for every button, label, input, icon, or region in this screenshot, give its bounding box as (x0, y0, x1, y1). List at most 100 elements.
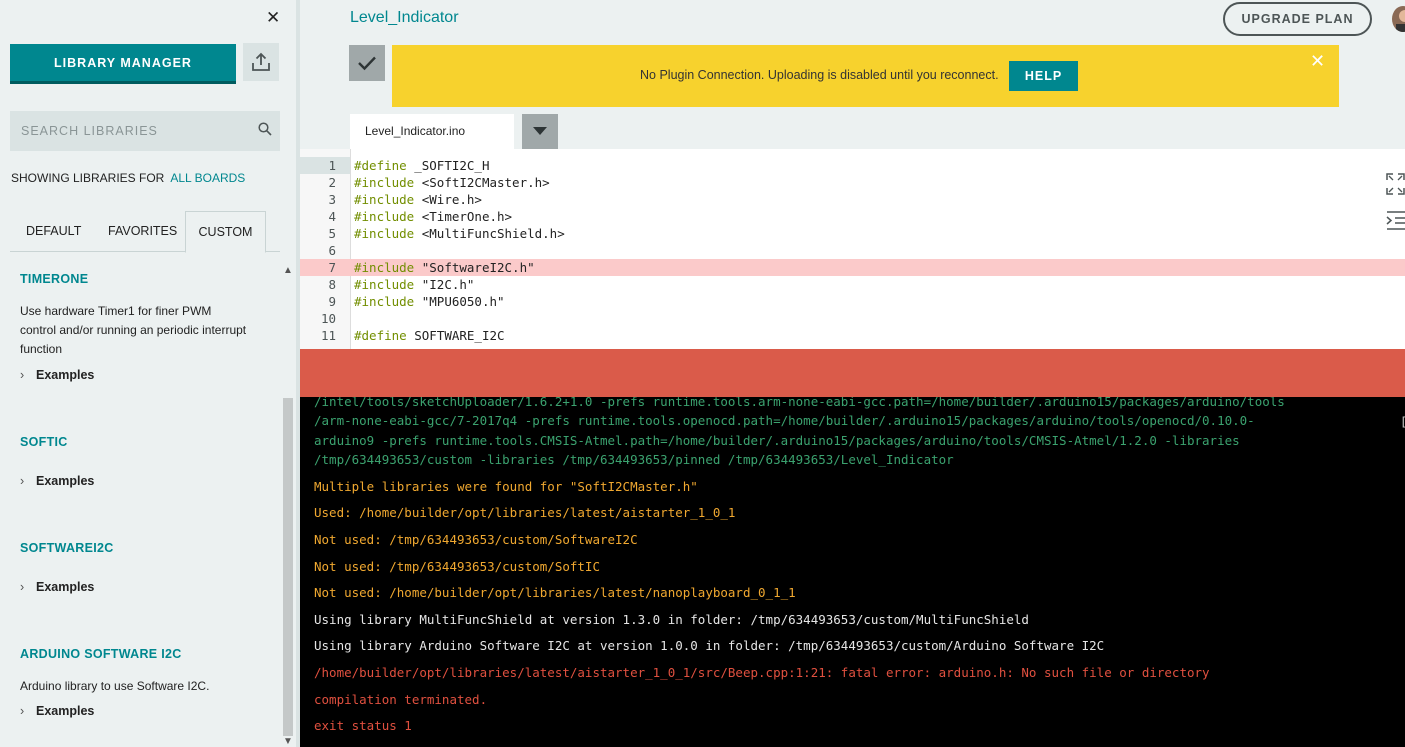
code-line-error[interactable]: 7 #include "SoftwareI2C.h" (300, 259, 1405, 276)
library-title: ARDUINO SOFTWARE I2C (20, 647, 182, 661)
banner-message: No Plugin Connection. Uploading is disab… (640, 68, 999, 82)
code-text: #include <TimerOne.h> (354, 209, 513, 224)
code-line[interactable]: 5 #include <MultiFuncShield.h> (300, 225, 1405, 242)
code-line[interactable]: 9 #include "MPU6050.h" (300, 293, 1405, 310)
close-sidebar-icon[interactable]: ✕ (266, 8, 280, 28)
console-line: /intel/tools/sketchUploader/1.6.2+1.0 -p… (314, 397, 1285, 409)
library-manager-button[interactable]: LIBRARY MANAGER (10, 44, 236, 81)
code-line[interactable]: 3 #include <Wire.h> (300, 191, 1405, 208)
search-input[interactable] (10, 111, 251, 151)
scroll-down-icon[interactable]: ▼ (283, 737, 293, 747)
chevron-right-icon: › (20, 704, 25, 718)
upload-icon (252, 52, 270, 71)
tab-favorites[interactable]: FAVORITES (108, 211, 177, 251)
line-number: 2 (328, 175, 336, 190)
library-tabs: DEFAULT FAVORITES CUSTOM (10, 211, 280, 253)
line-number: 1 (300, 157, 350, 174)
line-number: 6 (328, 243, 336, 258)
code-line[interactable]: 10 (300, 310, 1405, 327)
console-line: Multiple libraries were found for "SoftI… (314, 479, 698, 494)
tab-level-indicator-ino[interactable]: Level_Indicator.ino (350, 114, 514, 149)
console-line: Using library MultiFuncShield at version… (314, 612, 1029, 627)
avatar[interactable] (1392, 6, 1405, 32)
chevron-right-icon: › (20, 580, 25, 594)
console-line: Used: /home/builder/opt/libraries/latest… (314, 505, 736, 520)
examples-label: Examples (36, 474, 95, 488)
examples-toggle[interactable]: › Examples (20, 580, 94, 594)
code-text: #include <MultiFuncShield.h> (354, 226, 565, 241)
tab-menu-button[interactable] (522, 114, 558, 149)
plugin-connection-banner: No Plugin Connection. Uploading is disab… (392, 45, 1339, 107)
console-line: arduino9 -prefs runtime.tools.CMSIS-Atme… (314, 433, 1240, 448)
upgrade-plan-button[interactable]: UPGRADE PLAN (1223, 2, 1372, 36)
line-number: 10 (320, 311, 336, 326)
library-title: SOFTWAREI2C (20, 541, 114, 555)
code-line[interactable]: 1 #define _SOFTI2C_H (300, 157, 1405, 174)
examples-label: Examples (36, 704, 95, 718)
search-libraries-field (10, 111, 280, 151)
examples-label: Examples (36, 368, 95, 382)
scroll-up-icon[interactable]: ▲ (283, 266, 293, 276)
output-console[interactable]: /intel/tools/sketchUploader/1.6.2+1.0 -p… (300, 397, 1405, 747)
code-editor[interactable]: 1 #define _SOFTI2C_H 2 #include <SoftI2C… (300, 149, 1405, 349)
code-line[interactable]: 6 (300, 242, 1405, 259)
library-title: SOFTIC (20, 435, 68, 449)
code-line[interactable]: 2 #include <SoftI2CMaster.h> (300, 174, 1405, 191)
library-description: Arduino library to use Software I2C. (20, 679, 210, 693)
chevron-right-icon: › (20, 368, 25, 382)
console-overflow-marker: [ (1400, 415, 1405, 429)
upload-library-button[interactable] (243, 43, 279, 81)
examples-toggle[interactable]: › Examples (20, 368, 94, 382)
library-sidebar: ✕ LIBRARY MANAGER SHOWING LIBRARIES FOR A… (0, 0, 296, 747)
tab-custom[interactable]: CUSTOM (185, 211, 266, 253)
code-line[interactable]: 4 #include <TimerOne.h> (300, 208, 1405, 225)
verify-button[interactable] (349, 45, 385, 81)
code-text: #include "MPU6050.h" (354, 294, 505, 309)
line-number: 11 (320, 328, 336, 343)
library-list: TIMERONE Use hardware Timer1 for finer P… (0, 262, 280, 747)
code-line[interactable]: 8 #include "I2C.h" (300, 276, 1405, 293)
sketch-title[interactable]: Level_Indicator (350, 9, 459, 27)
code-text: #include <SoftI2CMaster.h> (354, 175, 550, 190)
line-number: 7 (328, 260, 336, 275)
console-line: Using library Arduino Software I2C at ve… (314, 638, 1105, 653)
console-line: Not used: /home/builder/opt/libraries/la… (314, 585, 796, 600)
console-line: exit status 1 (314, 718, 412, 733)
caret-down-icon (533, 127, 547, 135)
library-title: TIMERONE (20, 272, 89, 286)
line-number: 9 (328, 294, 336, 309)
code-text: #include <Wire.h> (354, 192, 482, 207)
line-number: 5 (328, 226, 336, 241)
close-icon[interactable]: ✕ (1310, 51, 1325, 72)
search-icon[interactable] (258, 122, 272, 136)
examples-toggle[interactable]: › Examples (20, 704, 94, 718)
error-status-bar (300, 349, 1405, 397)
file-tab-label: Level_Indicator.ino (365, 124, 466, 138)
console-line: Not used: /tmp/634493653/custom/SoftIC (314, 559, 600, 574)
examples-toggle[interactable]: › Examples (20, 474, 94, 488)
tab-default[interactable]: DEFAULT (26, 211, 81, 251)
help-button[interactable]: HELP (1009, 61, 1078, 91)
examples-label: Examples (36, 580, 95, 594)
console-line: Not used: /tmp/634493653/custom/Software… (314, 532, 638, 547)
code-text: #include "SoftwareI2C.h" (354, 260, 535, 275)
scroll-thumb[interactable] (283, 398, 293, 736)
indent-icon[interactable] (1386, 210, 1405, 230)
showing-libraries-for: SHOWING LIBRARIES FOR ALL BOARDS (11, 171, 245, 185)
checkmark-icon (358, 56, 376, 71)
expand-icon[interactable] (1386, 173, 1405, 195)
code-line[interactable]: 11 #define SOFTWARE_I2C (300, 327, 1405, 344)
code-text: #define _SOFTI2C_H (354, 158, 490, 173)
line-number: 8 (328, 277, 336, 292)
console-line: /arm-none-eabi-gcc/7-2017q4 -prefs runti… (314, 413, 1255, 428)
console-line: compilation terminated. (314, 692, 488, 707)
console-line: /tmp/634493653/custom -libraries /tmp/63… (314, 452, 954, 467)
library-list-scrollbar[interactable]: ▲ ▼ (281, 262, 295, 747)
code-text: #define SOFTWARE_I2C (354, 328, 505, 343)
library-description: Use hardware Timer1 for finer PWM contro… (20, 304, 247, 356)
console-line: /home/builder/opt/libraries/latest/aista… (314, 665, 1210, 680)
showing-prefix: SHOWING LIBRARIES FOR (11, 171, 165, 185)
code-text: #include "I2C.h" (354, 277, 475, 292)
all-boards-link[interactable]: ALL BOARDS (170, 171, 245, 185)
line-number: 4 (328, 209, 336, 224)
